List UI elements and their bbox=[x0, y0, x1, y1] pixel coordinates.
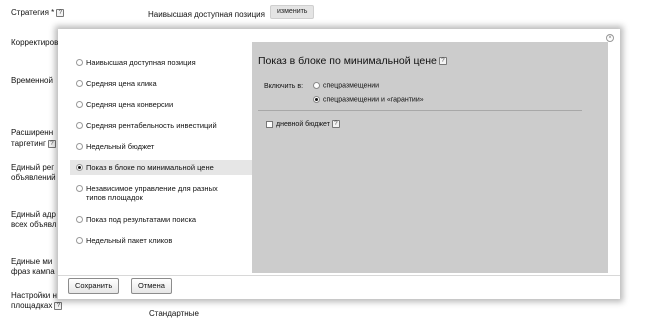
daily-budget-checkbox[interactable]: дневной бюджет? bbox=[266, 120, 340, 128]
bg-label-phrases: фраз кампа bbox=[11, 267, 55, 276]
radio-icon[interactable] bbox=[313, 82, 320, 89]
radio-icon[interactable] bbox=[313, 96, 320, 103]
strategy-label: Стратегия *? bbox=[11, 8, 65, 18]
help-icon[interactable]: ? bbox=[438, 57, 447, 66]
strategy-option-below-search[interactable]: Показ под результатами поиска bbox=[70, 215, 250, 224]
cancel-button[interactable]: Отмена bbox=[131, 278, 172, 294]
help-icon[interactable]: ? bbox=[56, 8, 65, 17]
checkbox-icon[interactable] bbox=[266, 120, 273, 128]
bg-label-platforms: площадках? bbox=[11, 301, 63, 311]
bg-label-settings: Настройки н bbox=[11, 291, 57, 300]
strategy-option-weekly-clicks[interactable]: Недельный пакет кликов bbox=[70, 236, 250, 245]
bg-label-targeting: таргетинг? bbox=[11, 139, 56, 149]
placement-option-special[interactable]: спецразмещении bbox=[313, 82, 379, 89]
radio-icon[interactable] bbox=[76, 237, 83, 244]
bg-label-extended: Расширенн bbox=[11, 128, 54, 137]
radio-icon[interactable] bbox=[76, 101, 83, 108]
help-icon[interactable]: ? bbox=[47, 139, 56, 148]
bg-label-time: Временной bbox=[11, 76, 53, 85]
bg-value-standard: Стандартные bbox=[149, 309, 199, 318]
bg-label-all-ads: всех объявл bbox=[11, 220, 57, 229]
bg-label-ads: объявлений bbox=[11, 173, 56, 182]
radio-icon[interactable] bbox=[76, 185, 83, 192]
change-strategy-button[interactable]: изменить bbox=[270, 5, 315, 19]
radio-icon[interactable] bbox=[76, 80, 83, 87]
strategy-option-avg-conversion-price[interactable]: Средняя цена конверсии bbox=[70, 100, 250, 109]
divider bbox=[258, 110, 582, 111]
radio-icon[interactable] bbox=[76, 122, 83, 129]
strategy-option-avg-roi[interactable]: Средняя рентабельность инвестиций bbox=[70, 121, 250, 130]
strategy-settings-panel: Показ в блоке по минимальной цене? Включ… bbox=[252, 42, 608, 273]
close-icon[interactable]: × bbox=[606, 34, 614, 42]
radio-icon[interactable] bbox=[76, 216, 83, 223]
strategy-value: Наивысшая доступная позиция bbox=[148, 10, 265, 19]
radio-icon[interactable] bbox=[76, 59, 83, 66]
panel-title: Показ в блоке по минимальной цене? bbox=[258, 55, 447, 67]
placement-option-special-guarantee[interactable]: спецразмещении и «гарантии» bbox=[313, 96, 424, 103]
strategy-option-avg-click-price[interactable]: Средняя цена клика bbox=[70, 79, 250, 88]
help-icon[interactable]: ? bbox=[54, 301, 63, 310]
bg-label-minus: Единые ми bbox=[11, 257, 53, 266]
strategy-option-highest-position[interactable]: Наивысшая доступная позиция bbox=[70, 58, 250, 67]
help-icon[interactable]: ? bbox=[331, 120, 340, 128]
include-label: Включить в: bbox=[264, 83, 304, 90]
bg-label-address: Единый адр bbox=[11, 210, 56, 219]
strategy-option-independent-management[interactable]: Независимое управление для разных типов п… bbox=[70, 184, 250, 202]
save-button[interactable]: Сохранить bbox=[68, 278, 120, 294]
bg-label-region: Единый рег bbox=[11, 163, 55, 172]
radio-icon[interactable] bbox=[76, 143, 83, 150]
strategy-option-weekly-budget[interactable]: Недельный бюджет bbox=[70, 142, 250, 151]
footer-divider bbox=[58, 275, 620, 276]
radio-icon[interactable] bbox=[76, 164, 83, 171]
strategy-option-min-price-block[interactable]: Показ в блоке по минимальной цене bbox=[70, 160, 252, 175]
strategy-dialog: × Наивысшая доступная позиция Средняя це… bbox=[58, 29, 620, 299]
bg-label-adjustments: Корректиров bbox=[11, 38, 59, 47]
